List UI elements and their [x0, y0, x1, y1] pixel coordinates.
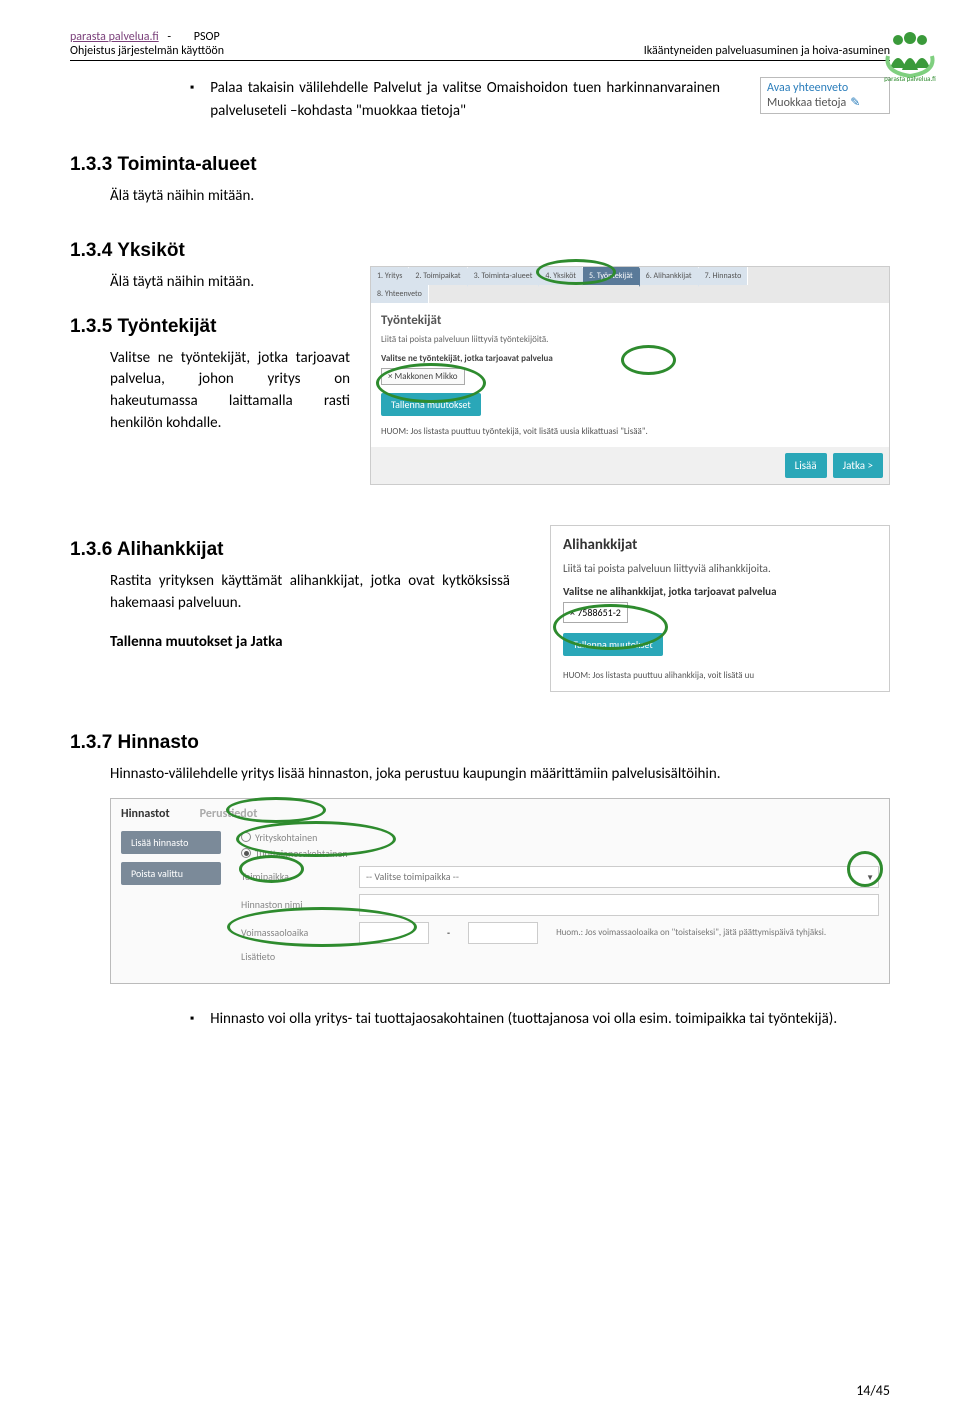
logo: parasta palvelua.fi [875, 20, 945, 90]
tab-toiminta-alueet[interactable]: 3. Toiminta-alueet [468, 267, 540, 285]
heading-133: 1.3.3 Toiminta-alueet [70, 154, 890, 176]
save-button-ali[interactable]: Tallenna muutokset [563, 633, 663, 656]
tab-perustiedot[interactable]: Perustiedot [200, 807, 258, 821]
valid-from-input[interactable] [359, 922, 429, 944]
screenshot-tyontekijat: 1. Yritys 2. Toimipaikat 3. Toiminta-alu… [370, 266, 890, 485]
delete-selected-button[interactable]: Poista valittu [121, 862, 221, 885]
toimipaikka-select[interactable]: -- Valitse toimipaikka -- ▼ [359, 866, 879, 888]
page-header: parasta palvelua.fi - PSOP Ohjeistus jär… [70, 30, 890, 61]
edit-popup: Avaa yhteenveto Muokkaa tietoja ✎ [760, 77, 890, 114]
continue-button[interactable]: Jatka > [833, 453, 883, 478]
tab-hinnastot[interactable]: Hinnastot [121, 807, 170, 821]
chevron-down-icon: ▼ [866, 873, 874, 883]
tab-hinnasto[interactable]: 7. Hinnasto [699, 267, 749, 285]
heading-136: 1.3.6 Alihankkijat [70, 539, 510, 561]
pencil-icon: ✎ [850, 95, 860, 110]
radio-yrityskohtainen[interactable]: Yrityskohtainen [241, 831, 348, 844]
tab-toimipaikat[interactable]: 2. Toimipaikat [409, 267, 467, 285]
final-bullet: Hinnasto voi olla yritys- tai tuottajaos… [210, 1008, 890, 1031]
tab-tyontekijat[interactable]: 5. Työntekijät [583, 267, 640, 285]
heading-134: 1.3.4 Yksiköt [70, 240, 350, 262]
radio-tuottajanosakohtainen[interactable]: Tuottajanosakohtainen [241, 847, 348, 860]
subcontractor-chip[interactable]: × 7588651-2 [563, 602, 628, 623]
edit-info-link[interactable]: Muokkaa tietoja ✎ [767, 95, 883, 110]
add-pricelist-button[interactable]: Lisää hinnasto [121, 831, 221, 854]
heading-137: 1.3.7 Hinnasto [70, 732, 890, 754]
heading-135: 1.3.5 Työntekijät [70, 316, 350, 338]
page-number: 14/45 [856, 1382, 890, 1399]
tab-alihankkijat[interactable]: 6. Alihankkijat [640, 267, 699, 285]
intro-bullet: Palaa takaisin välilehdelle Palvelut ja … [210, 77, 720, 122]
tab-yhteenveto[interactable]: 8. Yhteenveto [371, 285, 429, 303]
hinnaston-nimi-input[interactable] [359, 894, 879, 916]
bullet-icon: ▪ [190, 1008, 194, 1031]
bullet-icon: ▪ [190, 77, 194, 122]
valid-to-input[interactable] [468, 922, 538, 944]
add-button[interactable]: Lisää [785, 453, 827, 478]
save-button[interactable]: Tallenna muutokset [381, 393, 481, 416]
screenshot-alihankkijat: Alihankkijat Liitä tai poista palveluun … [550, 525, 890, 692]
employee-chip[interactable]: × Makkonen Mikko [381, 368, 465, 385]
header-site-link[interactable]: parasta palvelua.fi [70, 30, 159, 44]
tab-yritys[interactable]: 1. Yritys [371, 267, 409, 285]
tab-yksikot[interactable]: 4. Yksiköt [539, 267, 583, 285]
open-summary-link[interactable]: Avaa yhteenveto [767, 81, 883, 95]
screenshot-hinnasto: Hinnastot Perustiedot Lisää hinnasto Poi… [110, 798, 890, 984]
